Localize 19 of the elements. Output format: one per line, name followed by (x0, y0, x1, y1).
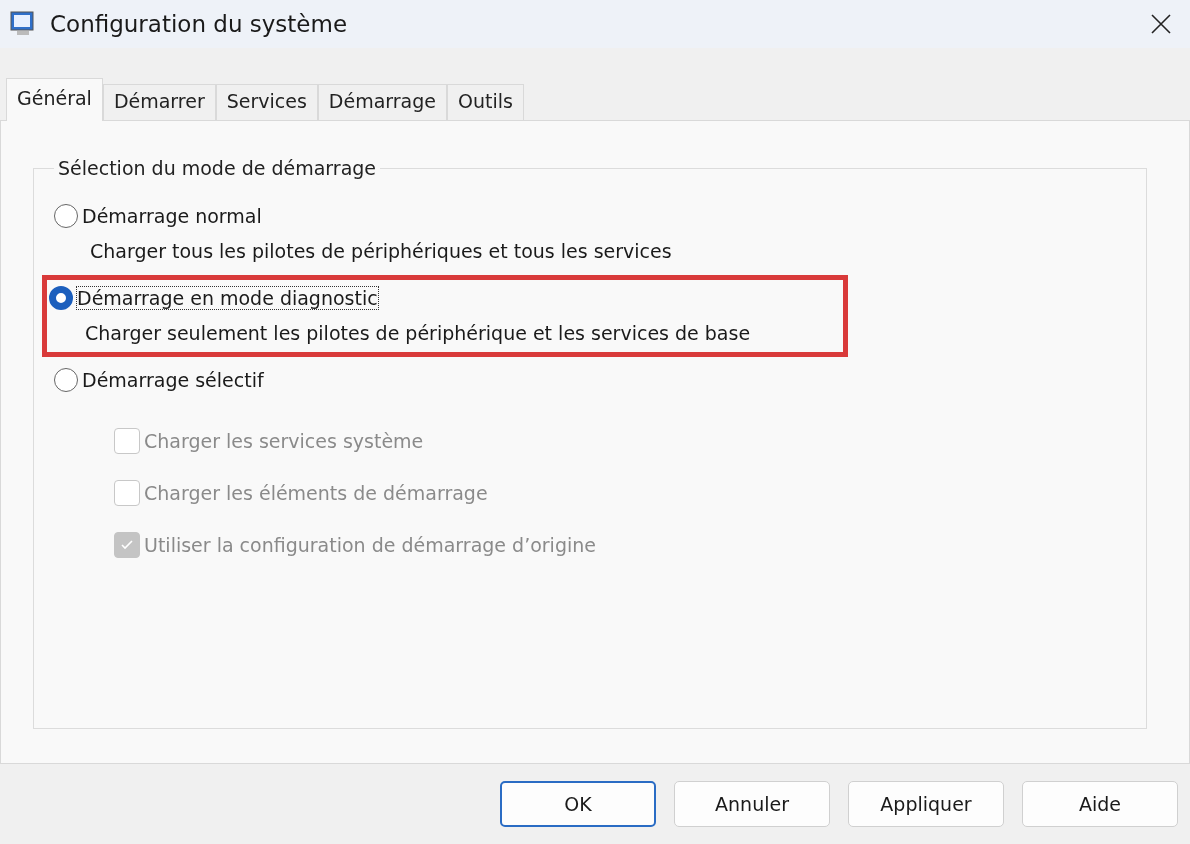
radio-button[interactable] (54, 368, 78, 392)
option-description: Charger tous les pilotes de périphériques et tous les services (89, 240, 673, 262)
tab[interactable]: Démarrage (317, 84, 447, 120)
dialog-button[interactable]: OK (500, 781, 656, 827)
dialog-button[interactable]: Appliquer (848, 781, 1004, 827)
group-title: Sélection du mode de démarrage (57, 157, 378, 179)
option-label[interactable]: Démarrage sélectif (82, 369, 264, 391)
radio-button[interactable] (49, 286, 73, 310)
tab[interactable]: Services (215, 84, 318, 120)
tab[interactable]: Démarrer (102, 84, 216, 120)
option-description: Charger seulement les pilotes de périphérique et les services de base (84, 322, 752, 344)
tab[interactable]: Général (6, 78, 103, 121)
tab[interactable]: Outils (447, 84, 524, 120)
option-label[interactable]: Démarrage en mode diagnostic (77, 287, 378, 309)
dialog-button[interactable]: Annuler (674, 781, 830, 827)
window-title: Configuration du système (50, 11, 349, 37)
radio-button[interactable] (54, 204, 78, 228)
option-label[interactable]: Démarrage normal (82, 205, 262, 227)
dialog-button[interactable]: Aide (1022, 781, 1178, 827)
